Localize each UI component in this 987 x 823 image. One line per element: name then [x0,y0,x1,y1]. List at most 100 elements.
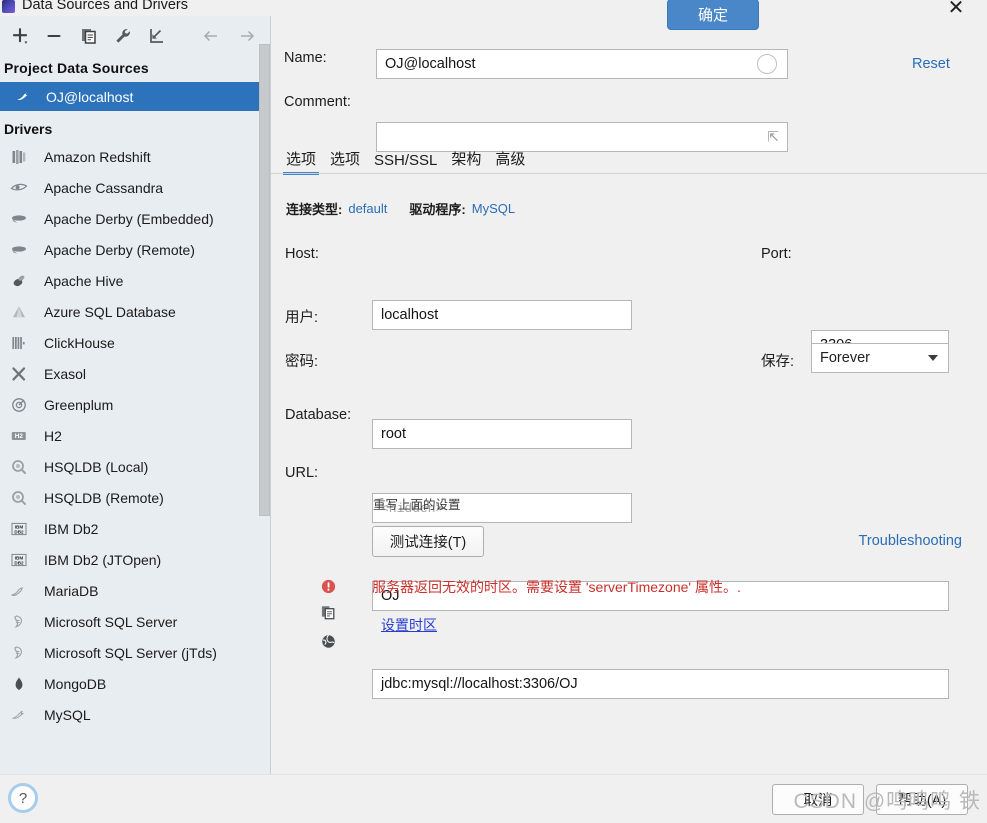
cancel-button[interactable]: 取消 [772,784,864,815]
settings-panel: Name: OJ@localhost Reset Comment: ⇱ 选项 选… [271,16,987,774]
driver-label: Azure SQL Database [44,303,176,320]
help-label: ? [18,789,28,807]
driver-item-apache-cassandra[interactable]: Apache Cassandra [0,172,270,203]
name-input[interactable]: OJ@localhost [376,49,788,79]
driver-item-apache-derby-remote[interactable]: Apache Derby (Remote) [0,234,270,265]
expand-icon[interactable]: ⇱ [767,129,779,146]
tab-options-2[interactable]: 选项 [330,148,360,174]
test-connection-button[interactable]: 测试连接(T) [372,526,484,557]
connection-type-value[interactable]: default [348,201,387,216]
wrench-icon[interactable] [108,22,138,50]
project-data-sources-header: Project Data Sources [4,60,149,76]
driver-item-hsqldb-remote[interactable]: HSQLDB (Remote) [0,482,270,513]
copy-data-source-button[interactable] [74,22,104,50]
url-note: 重写上面的设置 [373,498,461,512]
host-input-value: localhost [381,307,439,323]
user-input-value: root [381,426,406,442]
chevron-down-icon [928,355,938,361]
driver-item-exasol[interactable]: Exasol [0,358,270,389]
driver-item-mysql[interactable]: MySQL [0,699,270,730]
name-row: Name: [284,50,376,66]
remove-data-source-button[interactable] [40,22,70,50]
driver-label: MySQL [44,706,91,723]
comment-row: Comment: [284,94,376,110]
cassandra-eye-icon [8,177,30,199]
azure-triangle-icon [8,301,30,323]
mysql-dolphin-icon [8,704,30,726]
tab-ssh-ssl[interactable]: SSH/SSL [374,152,437,174]
driver-label: HSQLDB (Local) [44,458,149,475]
reset-link[interactable]: Reset [912,56,950,72]
help-button[interactable]: ? [8,783,38,813]
tab-schema[interactable]: 架构 [451,148,481,174]
driver-item-azure-sql-database[interactable]: Azure SQL Database [0,296,270,327]
ibm-db2-icon: IBM DB2 [8,549,30,571]
driver-item-clickhouse[interactable]: ClickHouse [0,327,270,358]
sidebar-toolbar [0,16,270,56]
driver-item-hsqldb-local[interactable]: HSQLDB (Local) [0,451,270,482]
driver-item-microsoft-sql-server-jtds[interactable]: Microsoft SQL Server (jTds) [0,637,270,668]
back-arrow-icon[interactable] [196,22,226,50]
driver-item-mariadb[interactable]: MariaDB [0,575,270,606]
test-connection-label: 测试连接(T) [389,535,467,551]
driver-item-h2[interactable]: H2 H2 [0,420,270,451]
url-input[interactable]: jdbc:mysql://localhost:3306/OJ [372,669,949,699]
ok-label: 确定 [697,7,728,24]
save-label: 保存: [761,354,795,370]
driver-item-mongodb[interactable]: MongoDB [0,668,270,699]
ok-button[interactable]: 确定 [667,0,759,30]
sidebar-scrollbar-thumb[interactable] [259,44,270,516]
driver-label: 驱动程序: [409,202,466,217]
driver-item-ibm-db2[interactable]: IBM DB2 IBM Db2 [0,513,270,544]
driver-value[interactable]: MySQL [472,201,515,216]
add-data-source-button[interactable] [6,22,36,50]
user-input[interactable]: root [372,419,632,449]
driver-label: IBM Db2 (JTOpen) [44,551,162,568]
apply-button[interactable]: 帮助(A) [876,784,968,815]
error-icon [320,578,337,598]
redshift-icon [8,146,30,168]
tab-advanced[interactable]: 高级 [495,148,525,174]
password-label: 密码: [285,354,319,370]
port-label: Port: [761,246,792,262]
driver-label: Apache Derby (Embedded) [44,210,214,227]
driver-label: MongoDB [44,675,107,692]
set-timezone-link[interactable]: 设置时区 [381,615,437,635]
sidebar-scroll-area: Project Data Sources OJ@localhost Driver… [0,56,270,774]
app-icon [2,0,15,13]
copy-icon[interactable] [320,604,337,624]
mariadb-seal-icon [8,580,30,602]
driver-label: Apache Derby (Remote) [44,241,195,258]
driver-label: Exasol [44,365,87,382]
connection-type-row: 连接类型: default 驱动程序: MySQL [286,199,515,218]
connection-status-circle-icon [757,54,777,74]
host-input[interactable]: localhost [372,300,632,330]
mssql-icon [8,642,30,664]
svg-text:DB2: DB2 [14,529,24,534]
sidebar-item-oj-localhost[interactable]: OJ@localhost [0,82,270,111]
tab-options-1[interactable]: 选项 [282,148,320,175]
tabs-divider [271,173,987,174]
forward-arrow-icon[interactable] [232,22,262,50]
driver-label: HSQLDB (Remote) [44,489,164,506]
driver-item-greenplum[interactable]: Greenplum [0,389,270,420]
name-input-value: OJ@localhost [385,56,476,72]
driver-label: Greenplum [44,396,114,413]
driver-item-apache-derby-embedded[interactable]: Apache Derby (Embedded) [0,203,270,234]
driver-item-apache-hive[interactable]: Apache Hive [0,265,270,296]
database-label: Database: [285,407,352,423]
driver-item-amazon-redshift[interactable]: Amazon Redshift [0,141,270,172]
cancel-label: 取消 [803,793,833,809]
driver-item-ibm-db2-jtopen[interactable]: IBM DB2 IBM Db2 (JTOpen) [0,544,270,575]
dialog-footer: ? 确定 取消 帮助(A) CSDN @鸣鸣鸣 铁 [0,0,987,823]
import-icon[interactable] [142,22,172,50]
derby-icon [8,239,30,261]
troubleshooting-link[interactable]: Troubleshooting [859,533,962,549]
globe-icon[interactable] [320,633,337,653]
sidebar-scrollbar[interactable] [259,44,270,756]
driver-item-microsoft-sql-server[interactable]: Microsoft SQL Server [0,606,270,637]
save-mode-value: Forever [820,350,870,366]
save-mode-select[interactable]: Forever [811,343,949,373]
sidebar-nav-buttons [196,22,262,50]
left-panel: Project Data Sources OJ@localhost Driver… [0,16,271,774]
